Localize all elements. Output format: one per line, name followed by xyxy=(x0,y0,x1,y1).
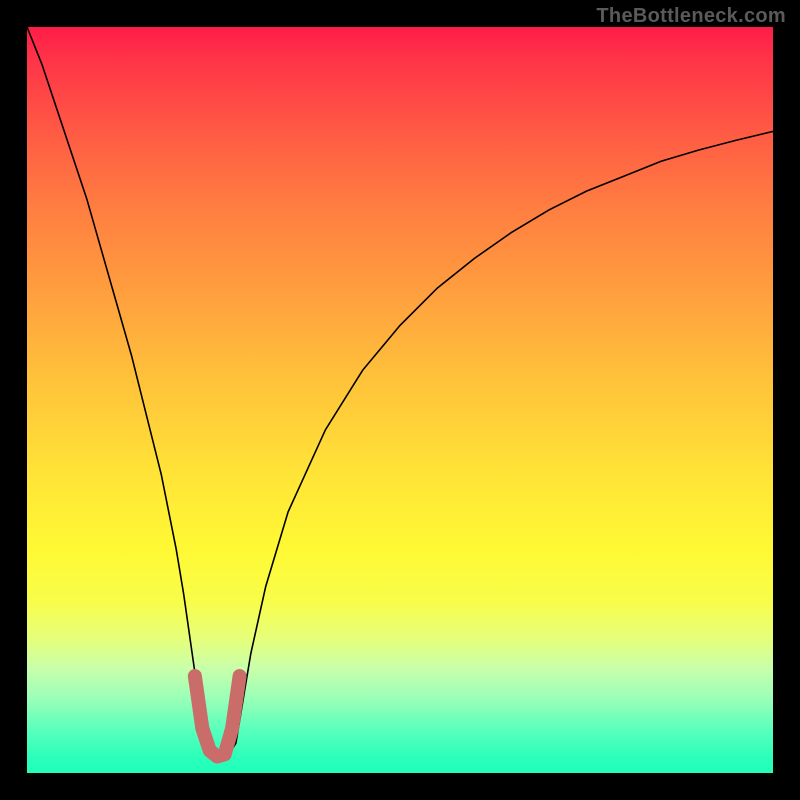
main-curve xyxy=(27,27,773,757)
chart-svg xyxy=(27,27,773,773)
watermark-text: TheBottleneck.com xyxy=(596,5,786,28)
highlight-segment xyxy=(195,676,240,757)
chart-area xyxy=(27,27,773,773)
